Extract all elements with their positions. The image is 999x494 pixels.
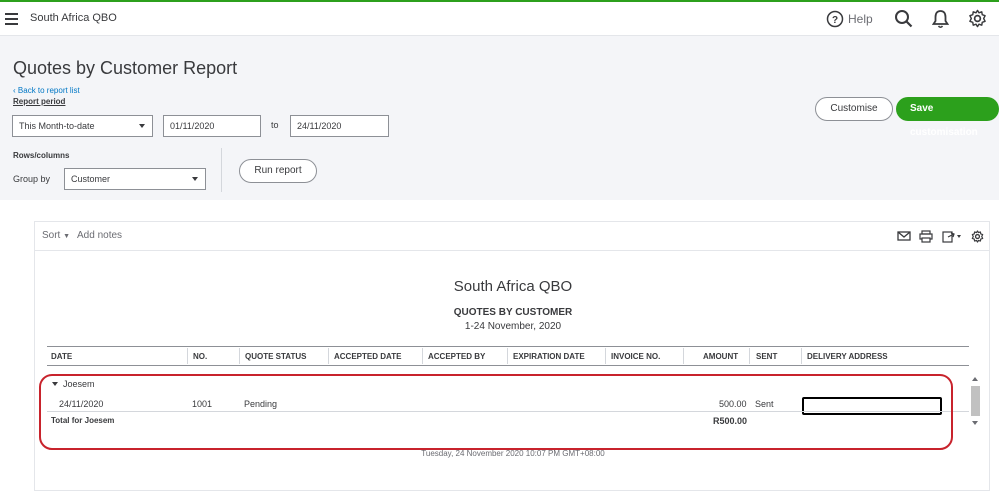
column-header-no[interactable]: NO. [193,352,207,361]
top-bar: South Africa QBO ? Help [0,0,999,36]
column-header-accepted-date[interactable]: ACCEPTED DATE [334,352,401,361]
customise-button[interactable]: Customise [815,97,893,121]
divider [221,148,222,192]
column-divider [801,348,802,364]
column-divider [239,348,240,364]
company-name: South Africa QBO [30,12,117,24]
to-label: to [271,120,279,130]
report-company-name: South Africa QBO [453,278,573,295]
menu-icon[interactable] [5,13,18,25]
header-top-rule [47,346,969,347]
header-bottom-rule [47,365,969,366]
column-divider [683,348,684,364]
column-header-date[interactable]: DATE [51,352,72,361]
add-notes-link[interactable]: Add notes [77,230,122,241]
page-title: Quotes by Customer Report [13,58,238,78]
help-button[interactable]: ? Help [826,10,873,28]
column-header-invoice-no[interactable]: INVOICE NO. [611,352,660,361]
search-icon[interactable] [894,9,913,28]
group-by-select[interactable]: Customer [64,168,206,190]
bell-icon[interactable] [932,9,949,29]
report-period: 1-24 November, 2020 [464,321,562,332]
svg-text:?: ? [832,15,838,26]
export-icon[interactable] [942,230,962,243]
email-icon[interactable] [897,230,911,242]
column-divider [507,348,508,364]
rows-columns-label: Rows/columns [13,151,70,160]
caret-down-icon [192,177,198,181]
column-header-sent[interactable]: SENT [756,352,777,361]
scroll-thumb[interactable] [971,386,980,416]
annotation-highlight [39,374,953,450]
settings-icon[interactable] [971,230,984,243]
column-header-accepted-by[interactable]: ACCEPTED BY [428,352,485,361]
vertical-scrollbar[interactable] [970,377,981,429]
column-header-expiration-date[interactable]: EXPIRATION DATE [513,352,585,361]
date-from-input[interactable]: 01/11/2020 [163,115,261,137]
gear-icon[interactable] [968,9,987,28]
report-card: Sort ▼ Add notes South Africa QBO QUOTES… [34,221,990,491]
scroll-up-icon[interactable] [972,377,978,381]
column-header-quote-status[interactable]: QUOTE STATUS [245,352,306,361]
help-label: Help [848,12,873,26]
group-by-label: Group by [13,174,51,184]
caret-down-icon: ▼ [63,233,71,240]
column-header-amount[interactable]: AMOUNT [703,352,738,361]
report-period-label: Report period [13,97,66,106]
report-period-select[interactable]: This Month-to-date [12,115,153,137]
column-header-delivery-address[interactable]: DELIVERY ADDRESS [807,352,888,361]
print-icon[interactable] [919,230,933,243]
save-customisation-button[interactable]: Save customisation [896,97,999,138]
help-icon: ? [826,10,844,28]
caret-down-icon [139,124,145,128]
column-divider [605,348,606,364]
chevron-left-icon: ‹ [13,86,16,95]
toolbar-divider [35,250,989,251]
sort-dropdown[interactable]: Sort ▼ [42,230,70,241]
column-divider [749,348,750,364]
column-divider [187,348,188,364]
report-title: QUOTES BY CUSTOMER [453,307,573,318]
report-header: Quotes by Customer Report ‹ Back to repo… [0,36,999,200]
date-to-input[interactable]: 24/11/2020 [290,115,389,137]
back-to-report-list-link[interactable]: ‹ Back to report list [13,86,80,95]
report-footer-timestamp: Tuesday, 24 November 2020 10:07 PM GMT+0… [421,449,605,458]
column-divider [422,348,423,364]
run-report-button[interactable]: Run report [239,159,317,183]
scroll-down-icon[interactable] [972,421,978,425]
column-divider [328,348,329,364]
